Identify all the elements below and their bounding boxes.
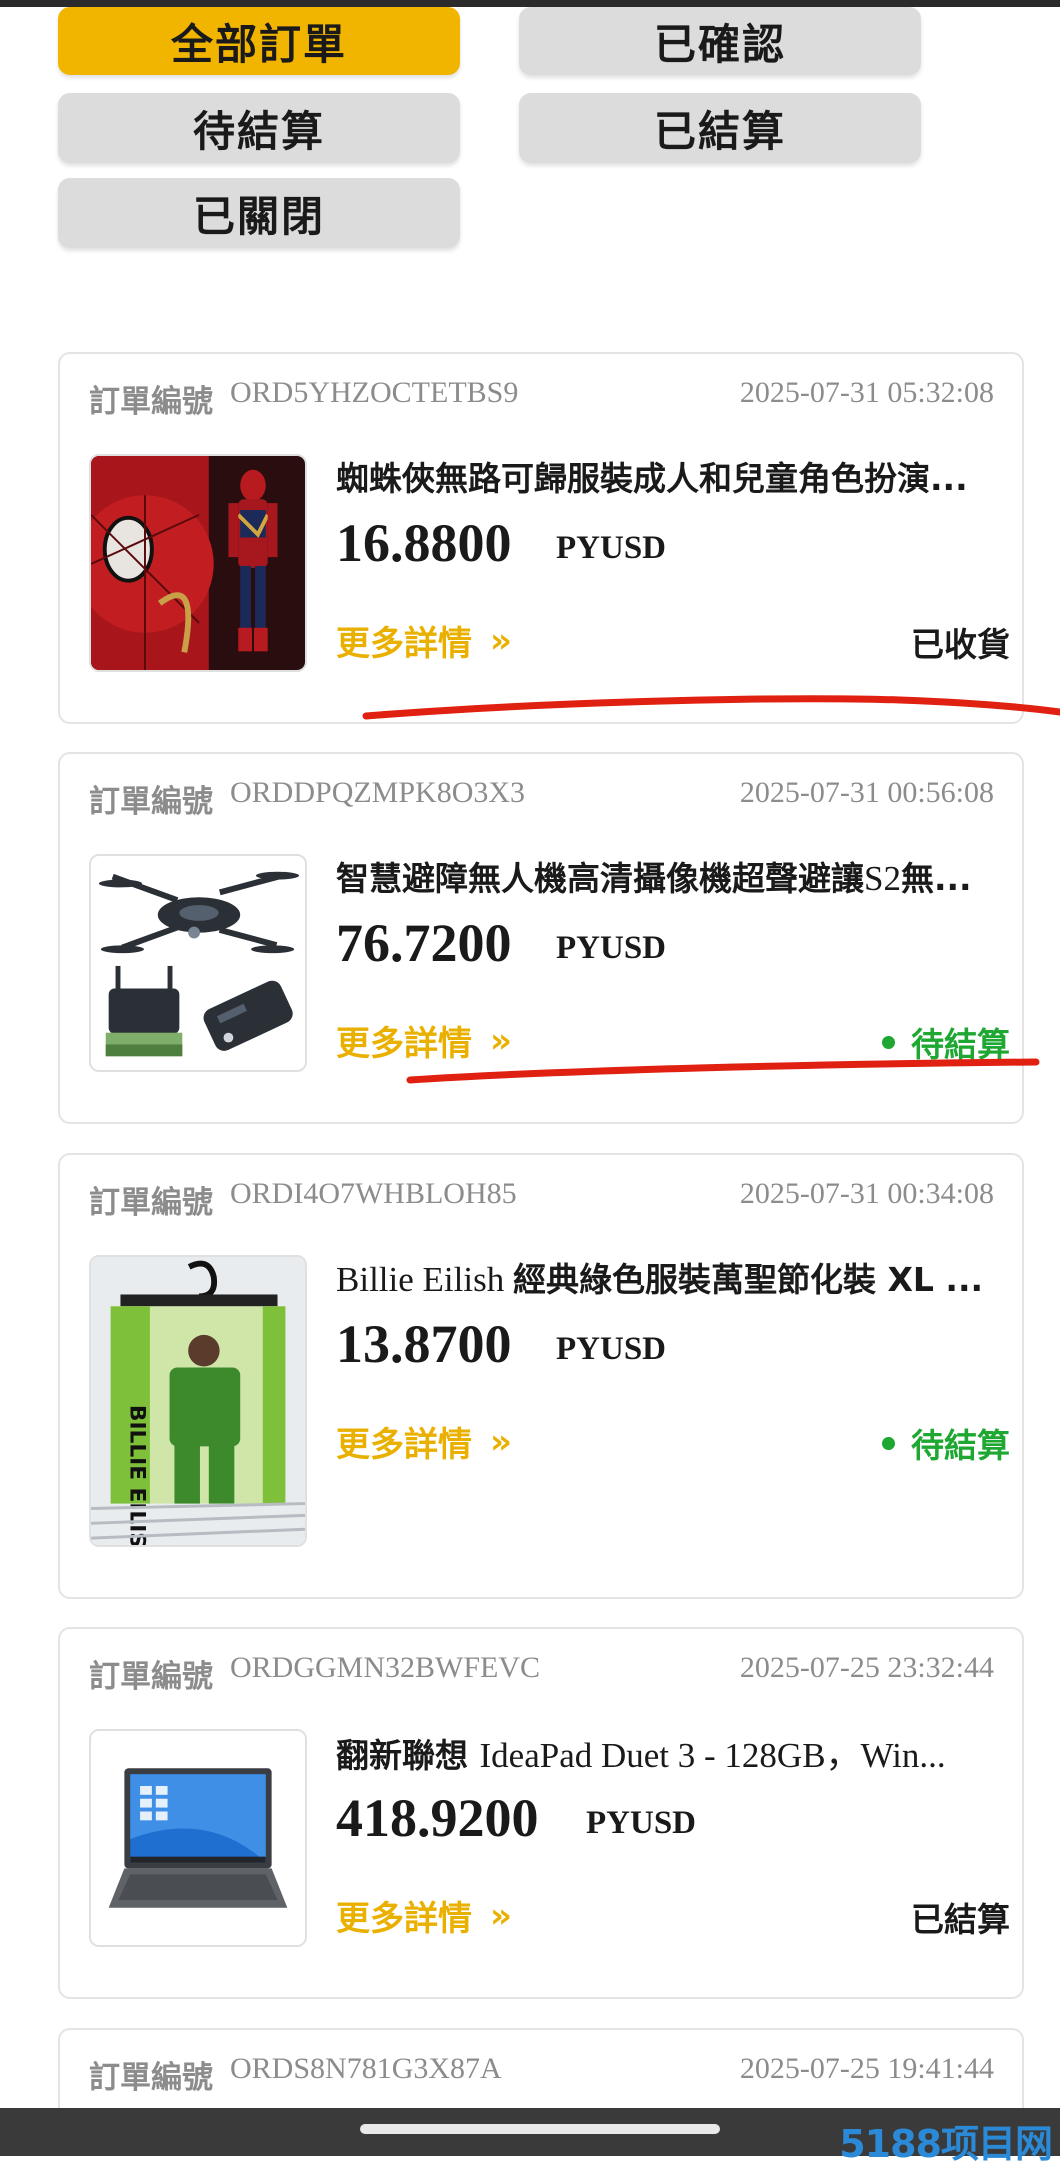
more-details-label: 更多詳情 (336, 1425, 472, 1465)
product-title[interactable]: 翻新聯想 IdeaPad Duet 3 - 128GB，Win... (336, 1727, 996, 1778)
status-dot-icon (882, 1035, 895, 1049)
more-details-label: 更多詳情 (336, 624, 472, 664)
status-text: 已收貨 (911, 625, 1010, 664)
currency-label: PYUSD (556, 1331, 667, 1367)
green-costume-image[interactable]: BILLIE EILISH (89, 1255, 307, 1547)
product-title[interactable]: 蜘蛛俠無路可歸服裝成人和兒童角色扮演... (336, 452, 996, 500)
spiderman-costume-image[interactable] (89, 454, 307, 672)
more-details-link[interactable]: 更多詳情 » (336, 1417, 512, 1466)
product-title-model: S2 (864, 859, 901, 898)
more-details-link[interactable]: 更多詳情 » (336, 616, 512, 665)
more-details-link[interactable]: 更多詳情 » (336, 1016, 512, 1065)
watermark-logo: 5188项目网 (839, 2122, 1053, 2166)
filter-all-orders[interactable]: 全部訂單 (58, 7, 460, 75)
order-card[interactable]: 訂單編號 ORDDPQZMPK8O3X3 2025-07-31 00:56:08 (58, 752, 1024, 1124)
product-title[interactable]: 智慧避障無人機高清攝像機超聲避讓S2無... (336, 852, 996, 900)
home-indicator[interactable] (360, 2124, 720, 2134)
double-chevron-right-icon: » (490, 1020, 512, 1061)
order-number: ORD5YHZOCTETBS9 (230, 376, 519, 409)
order-date: 2025-07-31 00:34:08 (739, 1177, 994, 1210)
double-chevron-right-icon: » (490, 1895, 512, 1936)
product-title-text: 智慧避障無人機高清攝像機超聲避讓 (336, 859, 864, 898)
order-card[interactable]: 訂單編號 ORDGGMN32BWFEVC 2025-07-25 23:32:44… (58, 1627, 1024, 1999)
svg-text:BILLIE EILISH: BILLIE EILISH (124, 1405, 149, 1545)
order-price: 13.8700 (336, 1314, 512, 1374)
more-details-label: 更多詳情 (336, 1899, 472, 1939)
status-badge: 待結算 (882, 1018, 1010, 1066)
order-price: 16.8800 (336, 513, 512, 573)
order-number: ORDI4O7WHBLOH85 (230, 1177, 517, 1210)
drone-image[interactable] (89, 854, 307, 1072)
currency-label: PYUSD (556, 530, 667, 566)
order-number-label: 訂單編號 (89, 2060, 213, 2096)
filter-confirmed[interactable]: 已確認 (519, 7, 921, 75)
product-title-text: 經典綠色服裝萬聖節化裝 XL ... (512, 1260, 984, 1299)
order-date: 2025-07-25 19:41:44 (739, 2052, 994, 2085)
double-chevron-right-icon: » (490, 620, 512, 661)
product-title-model: IdeaPad Duet 3 - 128GB，Win... (479, 1736, 946, 1775)
order-date: 2025-07-31 05:32:08 (739, 376, 994, 409)
status-badge: 已結算 (911, 1893, 1010, 1941)
order-number-label: 訂單編號 (89, 784, 213, 820)
product-title-text: 翻新聯想 (336, 1736, 480, 1775)
more-details-label: 更多詳情 (336, 1024, 472, 1064)
filter-pending-settlement[interactable]: 待結算 (58, 93, 460, 163)
order-number-label: 訂單編號 (89, 1185, 213, 1221)
status-badge: 已收貨 (911, 618, 1010, 666)
order-date: 2025-07-31 00:56:08 (739, 776, 994, 809)
order-card[interactable]: 訂單編號 ORD5YHZOCTETBS9 2025-07-31 05:32:08… (58, 352, 1024, 724)
order-number-label: 訂單編號 (89, 1659, 213, 1695)
order-number: ORDDPQZMPK8O3X3 (230, 776, 526, 809)
status-text: 待結算 (911, 1025, 1010, 1064)
product-title-suffix: 無... (900, 859, 972, 898)
order-card[interactable]: 訂單編號 ORDI4O7WHBLOH85 2025-07-31 00:34:08… (58, 1153, 1024, 1599)
laptop-tablet-image[interactable] (89, 1729, 307, 1947)
status-dot-icon (882, 1436, 895, 1450)
status-text: 已結算 (911, 1900, 1010, 1939)
more-details-link[interactable]: 更多詳情 » (336, 1891, 512, 1940)
currency-label: PYUSD (556, 930, 667, 966)
filter-closed[interactable]: 已關閉 (58, 178, 460, 248)
status-badge: 待結算 (882, 1419, 1010, 1467)
product-title[interactable]: Billie Eilish 經典綠色服裝萬聖節化裝 XL ... (336, 1253, 996, 1301)
status-bar-edge (0, 0, 1060, 7)
order-date: 2025-07-25 23:32:44 (739, 1651, 994, 1684)
product-title-artist: Billie Eilish (336, 1260, 513, 1299)
order-price: 76.7200 (336, 913, 512, 973)
order-number: ORDS8N781G3X87A (230, 2052, 502, 2085)
status-text: 待結算 (911, 1426, 1010, 1465)
order-price: 418.9200 (336, 1788, 539, 1848)
filter-settled[interactable]: 已結算 (519, 93, 921, 163)
double-chevron-right-icon: » (490, 1421, 512, 1462)
order-number: ORDGGMN32BWFEVC (230, 1651, 541, 1684)
order-number-label: 訂單編號 (89, 384, 213, 420)
currency-label: PYUSD (586, 1805, 697, 1841)
